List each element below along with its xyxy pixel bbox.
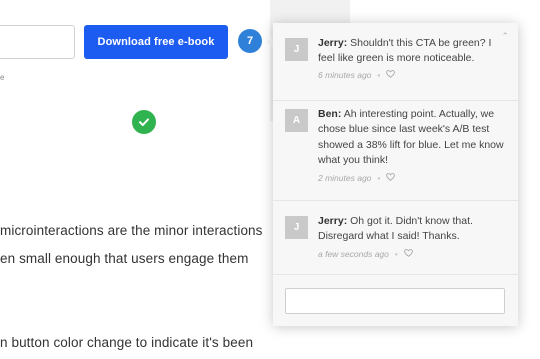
avatar: A	[285, 109, 308, 132]
article-line-3: n button color change to indicate it's b…	[0, 335, 254, 350]
email-input[interactable]	[0, 25, 75, 59]
comment-item: A Ben: Ah interesting point. Actually, w…	[273, 101, 518, 201]
comment-author: Jerry:	[318, 37, 348, 49]
heart-icon[interactable]	[386, 70, 396, 80]
hero-card: Download free e-book e	[0, 0, 270, 121]
comment-count-badge[interactable]: 7	[238, 29, 262, 53]
comment-meta: 2 minutes ago •	[318, 173, 396, 183]
article-line-1: microinteractions are the minor interact…	[0, 223, 263, 238]
separator: •	[394, 249, 398, 259]
reply-area	[273, 275, 518, 326]
reply-input[interactable]	[285, 288, 505, 314]
comment-panel: ⌃ J Jerry: Shouldn't this CTA be green? …	[273, 23, 518, 326]
download-ebook-button[interactable]: Download free e-book	[84, 25, 228, 59]
separator: •	[377, 70, 381, 80]
comment-body: Jerry: Oh got it. Didn't know that. Disr…	[318, 214, 508, 245]
comment-timestamp: 2 minutes ago	[318, 173, 372, 183]
heart-icon[interactable]	[386, 173, 396, 183]
comment-author: Ben:	[318, 108, 342, 120]
comment-item: J Jerry: Oh got it. Didn't know that. Di…	[273, 201, 518, 275]
hero-subtext: e	[0, 73, 5, 82]
separator: •	[377, 173, 381, 183]
check-icon	[132, 110, 156, 134]
comment-text: Ah interesting point. Actually, we chose…	[318, 108, 504, 167]
article-line-2: en small enough that users engage them	[0, 251, 249, 266]
comment-timestamp: 6 minutes ago	[318, 70, 372, 80]
comment-author: Jerry:	[318, 215, 348, 227]
avatar: J	[285, 38, 308, 61]
comment-meta: a few seconds ago •	[318, 249, 413, 259]
heart-icon[interactable]	[404, 249, 413, 259]
comment-body: Jerry: Shouldn't this CTA be green? I fe…	[318, 36, 508, 67]
comment-timestamp: a few seconds ago	[318, 249, 389, 259]
avatar: J	[285, 216, 308, 239]
comment-meta: 6 minutes ago •	[318, 70, 396, 80]
comment-item: J Jerry: Shouldn't this CTA be green? I …	[273, 23, 518, 101]
comment-body: Ben: Ah interesting point. Actually, we …	[318, 107, 508, 169]
